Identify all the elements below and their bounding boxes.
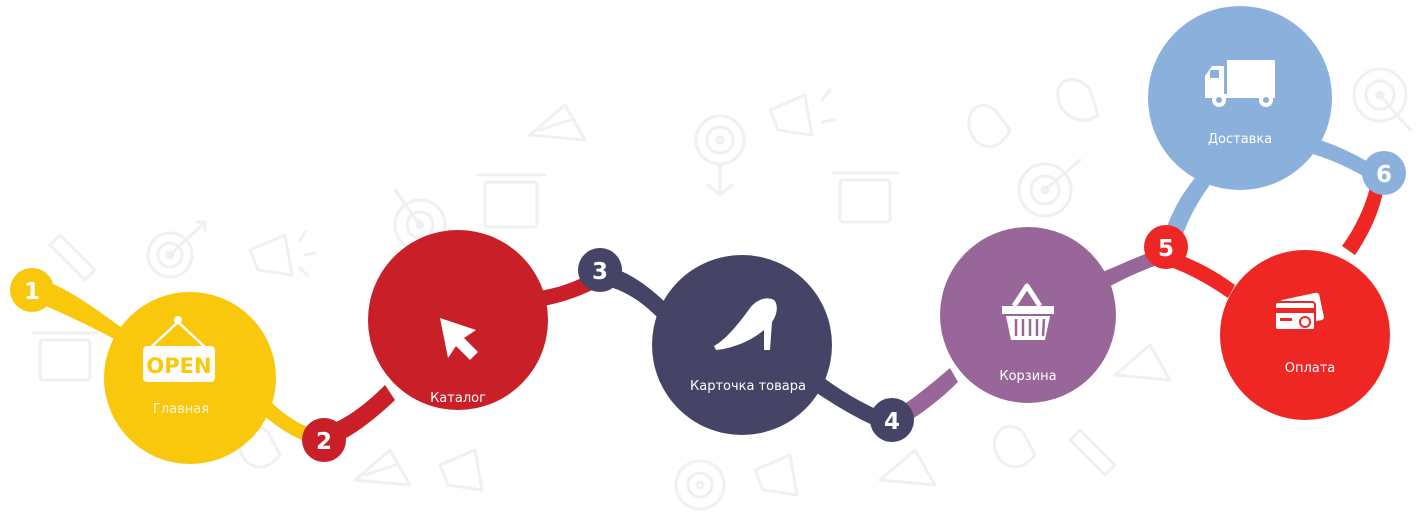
step-circles <box>104 6 1390 464</box>
paper-plane-icon <box>1113 343 1172 382</box>
step-3-label: Карточка товара <box>690 379 806 394</box>
pencil-icon <box>48 233 97 282</box>
megaphone-icon <box>248 230 317 278</box>
frame-icon <box>476 173 547 229</box>
frame-icon <box>831 171 899 224</box>
step-6-number: 6 <box>1376 162 1392 188</box>
open-sign-text: OPEN <box>146 354 211 378</box>
step-6-label: Оплата <box>1285 361 1336 376</box>
step-4-label: Корзина <box>999 369 1056 384</box>
step-3-circle <box>652 255 832 435</box>
step-1-number: 1 <box>24 279 40 305</box>
step-5-label: Доставка <box>1208 132 1272 147</box>
target-icon <box>1017 158 1082 218</box>
hand-icon <box>993 424 1037 469</box>
pencil-icon <box>1068 428 1117 477</box>
step-2-label: Каталог <box>430 391 486 406</box>
step-2-circle <box>368 230 548 410</box>
step-3-number: 3 <box>592 259 608 285</box>
paper-plane-icon <box>528 103 587 142</box>
step-2-number: 2 <box>316 429 332 455</box>
frame-icon <box>31 331 99 382</box>
hand-icon <box>967 103 1012 149</box>
megaphone-icon <box>768 88 836 137</box>
hand-icon <box>1056 77 1100 122</box>
step-6-circle <box>1220 250 1390 420</box>
target-icon <box>674 459 726 511</box>
paper-plane-icon <box>878 448 937 487</box>
paper-plane-icon <box>353 448 412 487</box>
step-1-label: Главная <box>153 402 209 417</box>
process-diagram: 1 2 3 4 5 6 OPEN Главная Каталог Карточк… <box>10 6 1412 511</box>
target-icon <box>146 220 207 279</box>
megaphone-icon <box>438 448 484 492</box>
target-icon <box>694 114 746 197</box>
megaphone-icon <box>753 453 799 497</box>
step-5-number: 5 <box>1158 236 1174 262</box>
target-icon <box>1352 67 1412 132</box>
step-4-number: 4 <box>884 409 900 435</box>
